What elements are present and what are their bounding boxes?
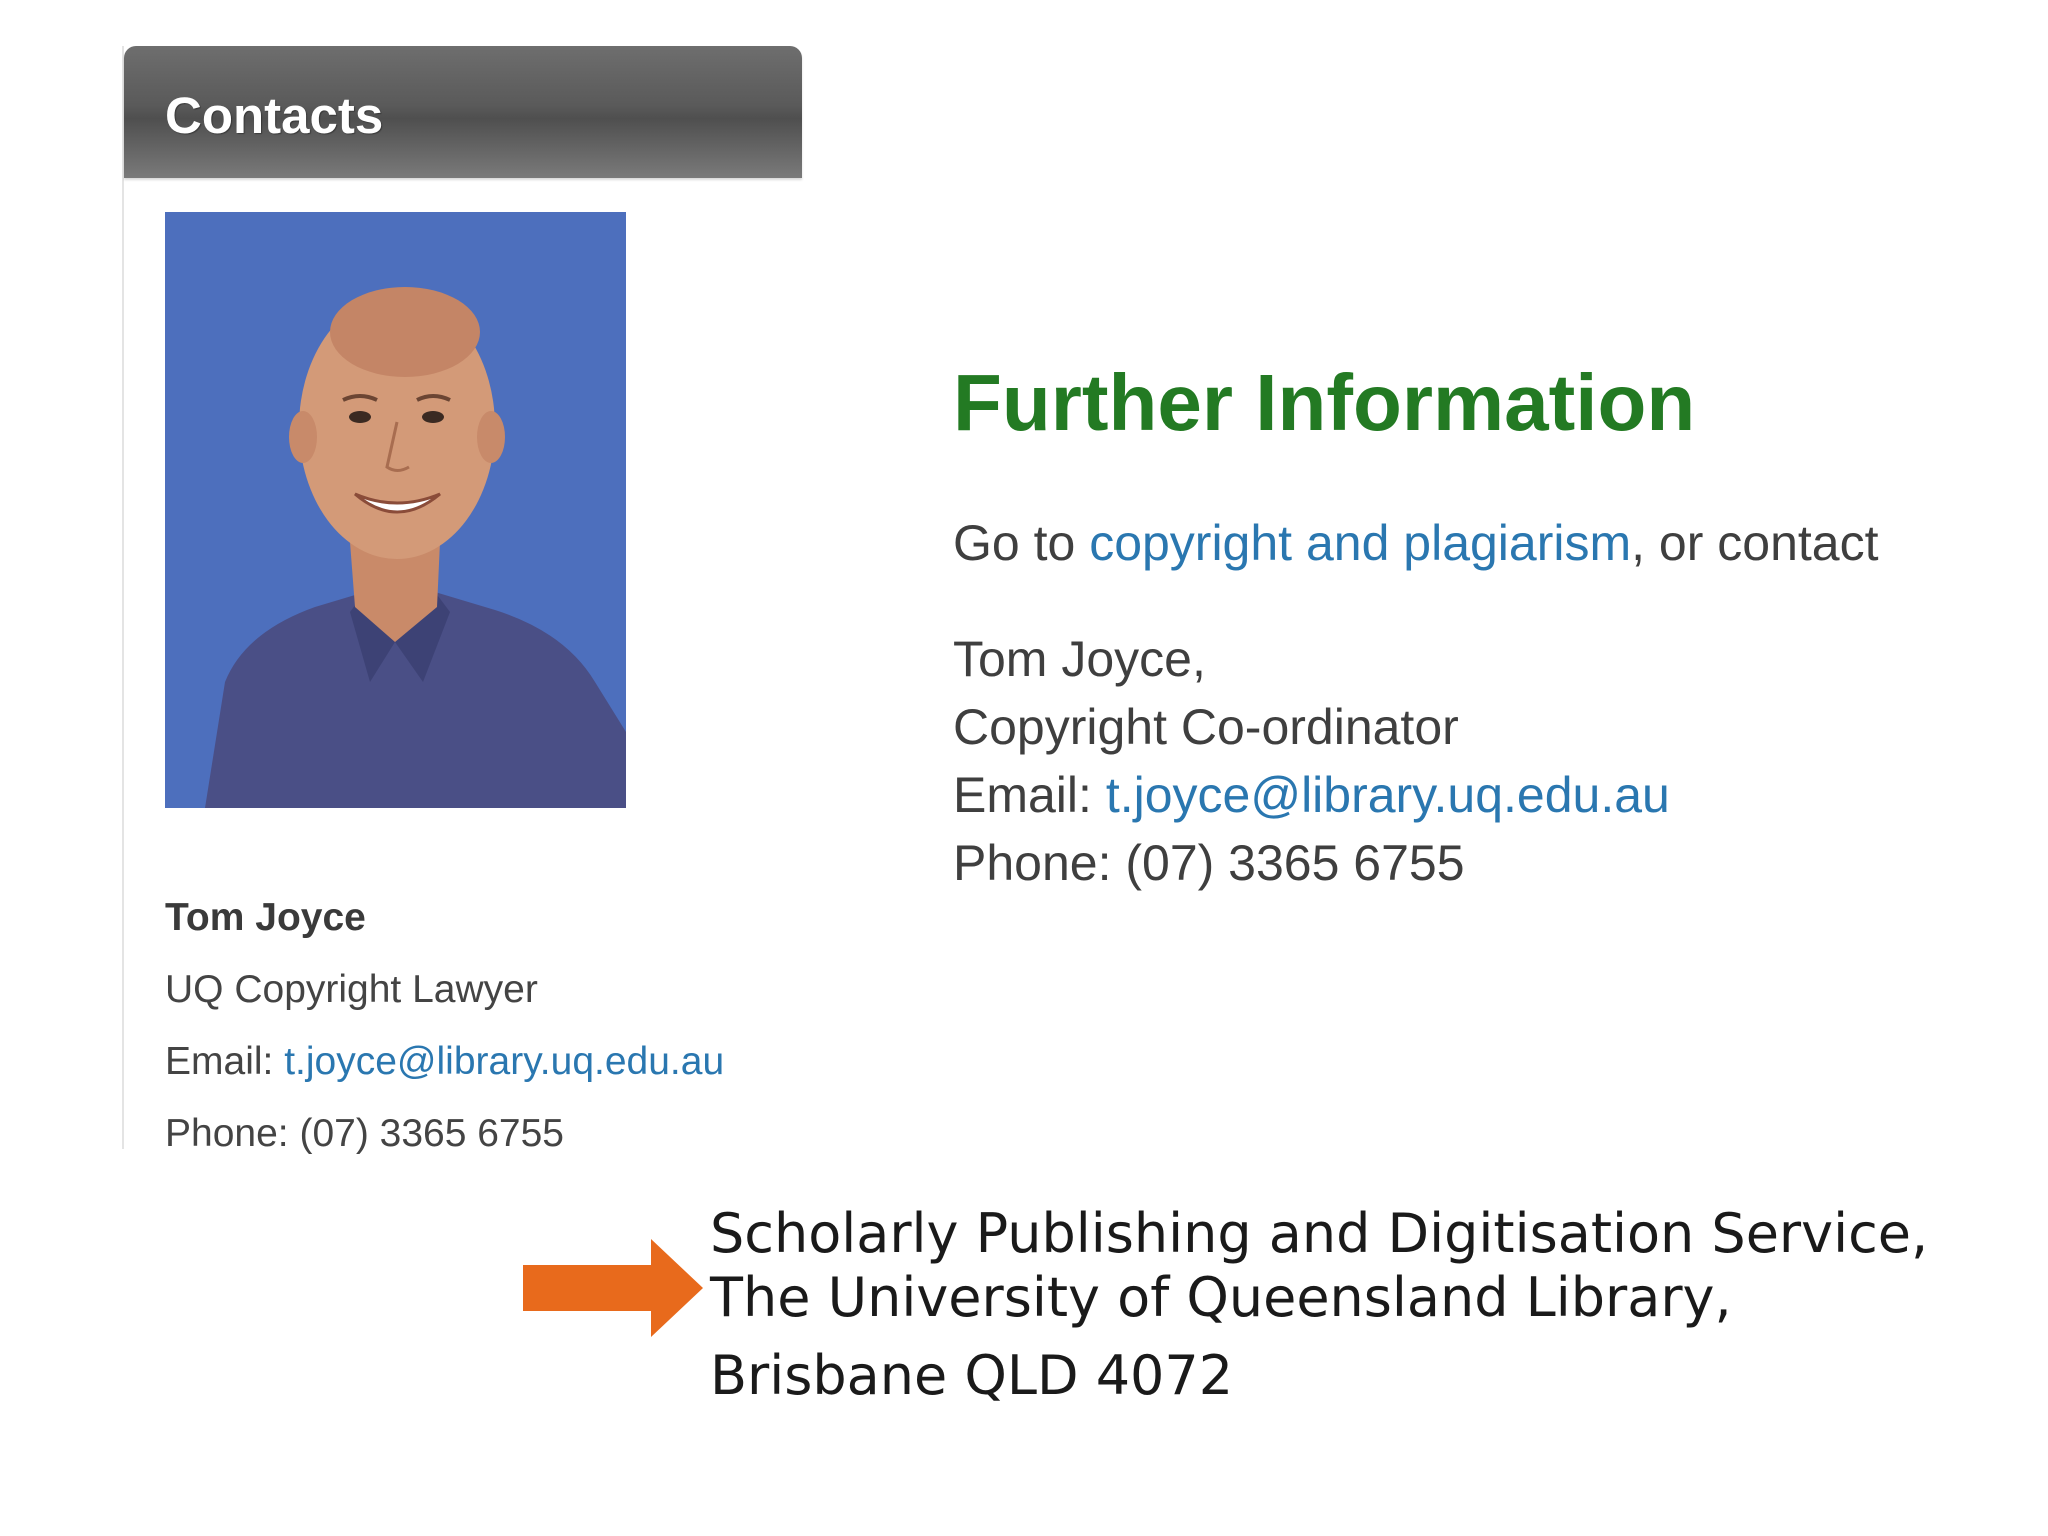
- address-line-2: The University of Queensland Library,: [710, 1266, 1732, 1329]
- further-information-section: Further Information Go to copyright and …: [953, 355, 2013, 897]
- address-line-3: Brisbane QLD 4072: [710, 1344, 1234, 1407]
- contact-phone: (07) 3365 6755: [299, 1112, 564, 1155]
- person-photo: [165, 212, 626, 808]
- arrow-right-icon: [523, 1239, 703, 1337]
- further-information-title: Further Information: [953, 358, 1696, 447]
- copyright-and-plagiarism-link[interactable]: copyright and plagiarism: [1089, 515, 1631, 571]
- contact-photo: [165, 212, 626, 808]
- address-line-1: Scholarly Publishing and Digitisation Se…: [710, 1202, 1929, 1265]
- contacts-title: Contacts: [165, 87, 384, 144]
- contacts-panel: Contacts Tom Joyce UQ Copyright Lawyer E…: [122, 46, 802, 1155]
- intro-suffix: , or contact: [1631, 515, 1879, 571]
- contact-phone-label: Phone:: [165, 1112, 300, 1155]
- address-block: Scholarly Publishing and Digitisation Se…: [710, 1202, 1928, 1408]
- further-phone-label: Phone:: [953, 835, 1126, 891]
- further-contact-block: Tom Joyce, Copyright Co-ordinator Email:…: [953, 625, 2013, 897]
- page: Contacts Tom Joyce UQ Copyright Lawyer E…: [0, 0, 2048, 1536]
- contact-email-link[interactable]: t.joyce@library.uq.edu.au: [284, 1040, 724, 1083]
- further-contact-name: Tom Joyce,: [953, 631, 1206, 687]
- contact-email-label: Email:: [165, 1040, 285, 1083]
- contact-details: Tom Joyce UQ Copyright Lawyer Email: t.j…: [165, 882, 724, 1170]
- contact-phone-row: Phone: (07) 3365 6755: [165, 1098, 724, 1170]
- further-phone-row: Phone: (07) 3365 6755: [953, 829, 2013, 897]
- further-email-label: Email:: [953, 767, 1106, 823]
- contact-role: UQ Copyright Lawyer: [165, 968, 538, 1011]
- further-email-link[interactable]: t.joyce@library.uq.edu.au: [1106, 767, 1670, 823]
- further-information-intro: Go to copyright and plagiarism, or conta…: [953, 509, 2013, 577]
- further-phone: (07) 3365 6755: [1125, 835, 1465, 891]
- contact-name: Tom Joyce: [165, 896, 366, 939]
- contact-email-row: Email: t.joyce@library.uq.edu.au: [165, 1026, 724, 1098]
- intro-prefix: Go to: [953, 515, 1090, 571]
- further-contact-role: Copyright Co-ordinator: [953, 699, 1459, 755]
- further-email-row: Email: t.joyce@library.uq.edu.au: [953, 761, 2013, 829]
